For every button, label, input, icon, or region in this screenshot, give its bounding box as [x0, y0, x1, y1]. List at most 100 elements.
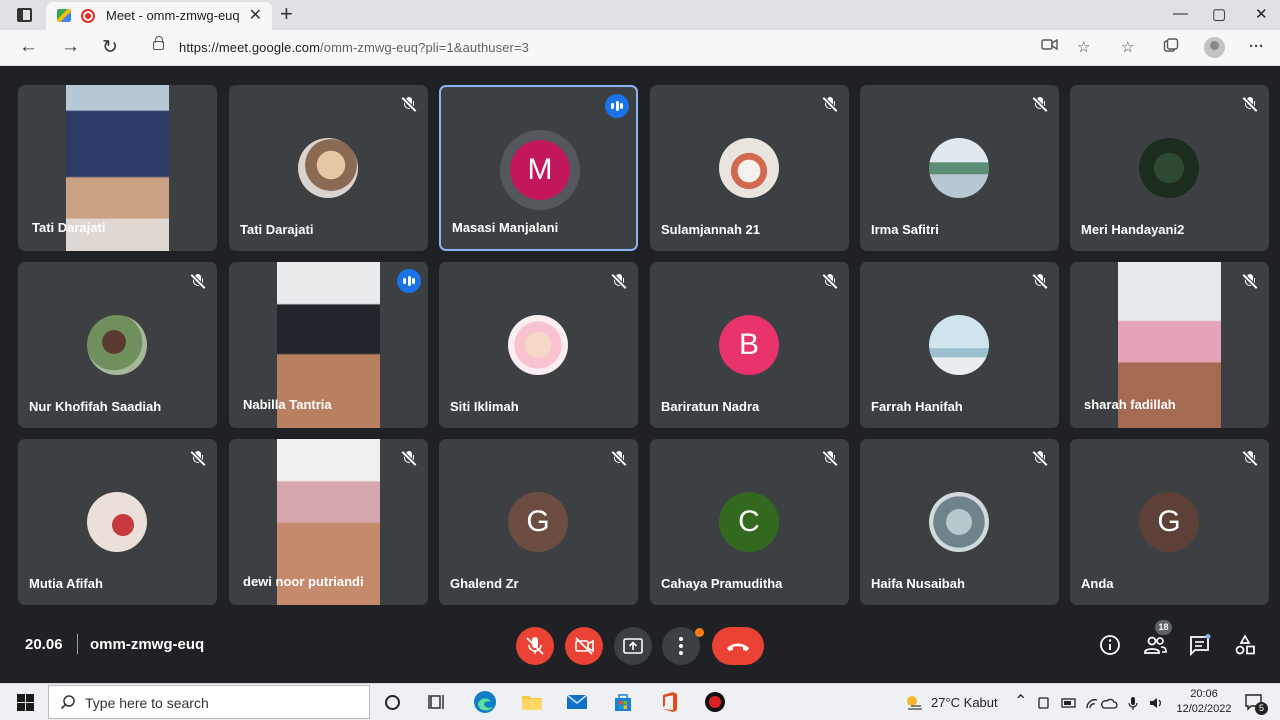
tray-icons — [1037, 695, 1167, 716]
participant-tile[interactable]: Mutia Afifah — [18, 439, 217, 605]
participant-tile[interactable]: Irma Safitri — [860, 85, 1059, 251]
mic-muted-icon — [1032, 273, 1048, 289]
mail-icon[interactable] — [564, 689, 590, 715]
participant-name: Tati Darajati — [240, 222, 314, 237]
participant-tile[interactable]: M Masasi Manjalani — [439, 85, 638, 251]
participant-tile[interactable]: B Bariratun Nadra — [650, 262, 849, 428]
store-icon[interactable] — [610, 689, 636, 715]
participant-avatar — [929, 492, 989, 552]
activities-icon[interactable] — [1234, 634, 1256, 661]
participant-tile[interactable]: Tati Darajati — [18, 85, 217, 251]
new-tab-button[interactable]: + — [280, 1, 293, 27]
participant-avatar — [1139, 138, 1199, 198]
tab-title: Meet - omm-zmwg-euq — [106, 8, 240, 23]
mic-off-icon — [526, 637, 544, 655]
participant-name: Bariratun Nadra — [661, 399, 760, 414]
mic-muted-icon — [401, 450, 417, 466]
participant-tile[interactable]: Nur Khofifah Saadiah — [18, 262, 217, 428]
search-placeholder: Type here to search — [85, 695, 209, 711]
participant-initial-avatar: B — [719, 315, 779, 375]
cortana-icon[interactable] — [384, 694, 401, 716]
back-arrow-icon[interactable]: ← — [19, 36, 38, 58]
mic-muted-icon — [611, 450, 627, 466]
participant-name: Masasi Manjalani — [452, 220, 559, 235]
more-menu-icon[interactable]: ··· — [1249, 38, 1264, 55]
participant-name: Mutia Afifah — [29, 576, 103, 591]
taskbar-clock[interactable]: 20:06 12/02/2022 — [1176, 687, 1232, 717]
volume-icon — [1150, 698, 1161, 708]
url-text: https://meet.google.com/omm-zmwg-euq?pli… — [179, 40, 529, 55]
participant-name: Haifa Nusaibah — [871, 576, 965, 591]
participant-avatar — [87, 315, 147, 375]
clock-date: 12/02/2022 — [1176, 703, 1232, 715]
speaking-indicator-icon — [397, 269, 421, 293]
cloud-icon — [1101, 698, 1118, 709]
leave-call-button[interactable] — [712, 627, 764, 665]
screen-recorder-icon[interactable] — [702, 689, 728, 715]
battery-icon — [1061, 698, 1076, 708]
close-window-button[interactable]: ✕ — [1255, 5, 1268, 23]
minimize-button[interactable]: — — [1173, 5, 1188, 22]
file-explorer-icon[interactable] — [519, 689, 545, 715]
participant-avatar — [298, 138, 358, 198]
search-icon — [60, 694, 76, 715]
participant-tile[interactable]: G Anda — [1070, 439, 1269, 605]
participant-tile[interactable]: Sulamjannah 21 — [650, 85, 849, 251]
add-favorite-icon[interactable]: ☆ — [1077, 38, 1090, 56]
wifi-icon — [1086, 699, 1098, 709]
profile-avatar[interactable] — [1204, 37, 1225, 58]
refresh-icon[interactable]: ↻ — [102, 36, 118, 59]
participant-tile[interactable]: G Ghalend Zr — [439, 439, 638, 605]
clock-time: 20:06 — [1190, 688, 1218, 700]
lock-icon[interactable] — [153, 36, 164, 50]
mic-muted-icon — [1242, 96, 1258, 112]
mic-muted-icon — [822, 273, 838, 289]
participant-name: Nabilla Tantria — [243, 397, 332, 412]
browser-tab[interactable]: Meet - omm-zmwg-euq ✕ — [46, 2, 272, 30]
url-field[interactable]: https://meet.google.com/omm-zmwg-euq?pli… — [138, 33, 1108, 63]
camera-off-button[interactable] — [565, 627, 603, 665]
notification-dot — [695, 628, 704, 637]
tab-close-icon[interactable]: ✕ — [249, 5, 262, 25]
mic-off-button[interactable] — [516, 627, 554, 665]
participant-tile[interactable]: Nabilla Tantria — [229, 262, 428, 428]
forward-arrow-icon[interactable]: → — [61, 36, 80, 58]
notification-count-badge: 5 — [1255, 702, 1268, 715]
participant-tile[interactable]: Haifa Nusaibah — [860, 439, 1059, 605]
participant-tile[interactable]: sharah fadillah — [1070, 262, 1269, 428]
mic-muted-icon — [1242, 273, 1258, 289]
office-icon[interactable] — [656, 689, 682, 715]
edge-app-icon[interactable] — [472, 689, 498, 715]
meet-tray-icon — [1038, 697, 1049, 709]
mic-muted-icon — [190, 273, 206, 289]
chat-icon[interactable] — [1189, 634, 1211, 661]
participant-tile[interactable]: Meri Handayani2 — [1070, 85, 1269, 251]
windows-start-icon[interactable] — [17, 694, 34, 716]
weather-text[interactable]: 27°C Kabut — [931, 695, 998, 710]
camera-in-use-icon[interactable] — [1041, 38, 1058, 55]
participant-tile[interactable]: Siti Iklimah — [439, 262, 638, 428]
meeting-time: 20.06 — [25, 636, 63, 653]
maximize-button[interactable]: ▢ — [1212, 5, 1226, 23]
favorites-icon[interactable]: ☆ — [1121, 38, 1134, 56]
people-icon[interactable] — [1143, 634, 1167, 661]
taskbar-search-box[interactable]: Type here to search — [48, 685, 370, 719]
meeting-code: omm-zmwg-euq — [90, 636, 205, 653]
present-screen-button[interactable] — [614, 627, 652, 665]
meeting-info-icon[interactable] — [1099, 634, 1121, 661]
chevron-up-icon[interactable]: ⌃ — [1014, 691, 1027, 711]
collections-icon[interactable] — [1163, 38, 1179, 58]
participant-avatar — [719, 138, 779, 198]
participant-tile[interactable]: C Cahaya Pramuditha — [650, 439, 849, 605]
browser-tab-bar: Meet - omm-zmwg-euq ✕ + — ▢ ✕ — [0, 0, 1280, 30]
participant-tile[interactable]: dewi noor putriandi — [229, 439, 428, 605]
meet-favicon-icon — [57, 9, 71, 22]
camera-off-icon — [575, 637, 594, 655]
participant-name: Ghalend Zr — [450, 576, 519, 591]
participant-tile[interactable]: Farrah Hanifah — [860, 262, 1059, 428]
weather-icon[interactable] — [903, 693, 925, 716]
task-view-icon[interactable] — [428, 693, 446, 716]
tab-actions-icon[interactable] — [17, 8, 32, 22]
participant-tile[interactable]: Tati Darajati — [229, 85, 428, 251]
mic-muted-icon — [1032, 96, 1048, 112]
